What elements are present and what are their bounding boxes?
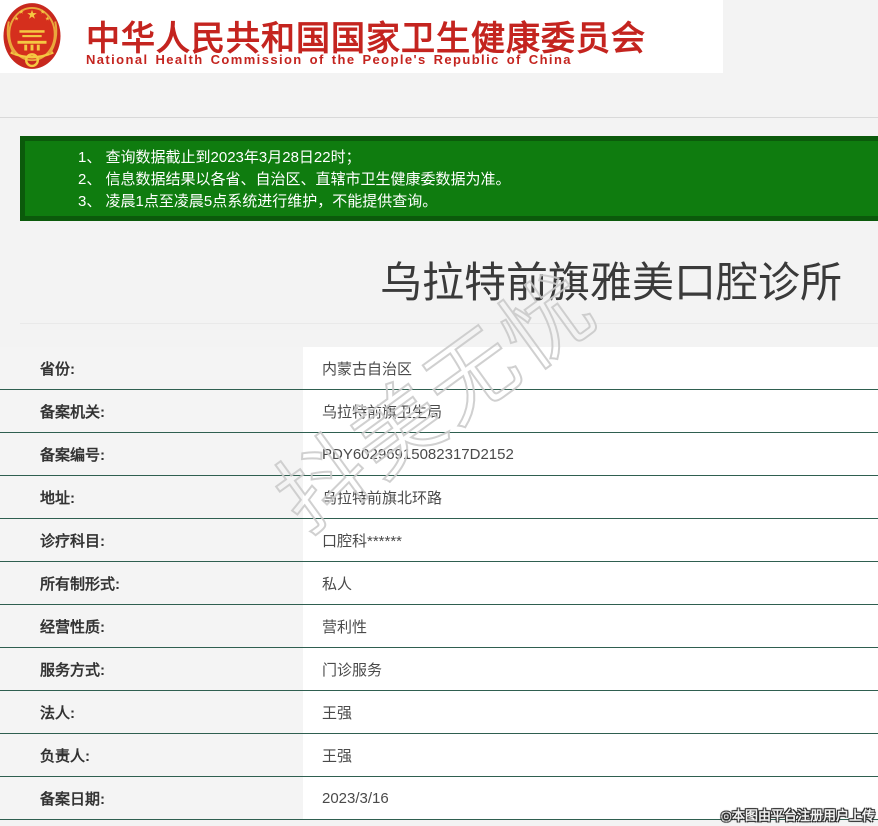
row-label: 省份:: [0, 347, 303, 389]
site-title-english: National Health Commission of the People…: [86, 52, 572, 67]
row-label: 负责人:: [0, 734, 303, 776]
row-value: 乌拉特前旗北环路: [303, 476, 878, 518]
table-row-legal-person: 法人: 王强: [0, 691, 878, 734]
row-value: 营利性: [303, 605, 878, 647]
table-row-province: 省份: 内蒙古自治区: [0, 347, 878, 390]
row-value: 王强: [303, 691, 878, 733]
row-value: 私人: [303, 562, 878, 604]
row-value: 口腔科******: [303, 519, 878, 561]
table-row-service-mode: 服务方式: 门诊服务: [0, 648, 878, 691]
table-row-ownership-form: 所有制形式: 私人: [0, 562, 878, 605]
row-label: 经营性质:: [0, 605, 303, 647]
uploaded-by-user-badge: ◎本图由平台注册用户上传: [720, 808, 875, 823]
record-table: 省份: 内蒙古自治区 备案机关: 乌拉特前旗卫生局 备案编号: PDY60296…: [0, 347, 878, 820]
notice-line-1: 1、 查询数据截止到2023年3月28日22时；: [78, 149, 361, 166]
row-value: 门诊服务: [303, 648, 878, 690]
table-row-filing-number: 备案编号: PDY60296915082317D2152: [0, 433, 878, 476]
row-label: 所有制形式:: [0, 562, 303, 604]
section-divider: [20, 323, 878, 324]
table-row-person-in-charge: 负责人: 王强: [0, 734, 878, 777]
site-header: 中华人民共和国国家卫生健康委员会 National Health Commiss…: [0, 0, 723, 73]
row-label: 备案机关:: [0, 390, 303, 432]
row-value: 内蒙古自治区: [303, 347, 878, 389]
row-value: 乌拉特前旗卫生局: [303, 390, 878, 432]
row-label: 服务方式:: [0, 648, 303, 690]
row-value: PDY60296915082317D2152: [303, 433, 878, 475]
notice-box: 1、 查询数据截止到2023年3月28日22时； 2、 信息数据结果以各省、自治…: [20, 136, 878, 221]
notice-line-2: 2、 信息数据结果以各省、自治区、直辖市卫生健康委数据为准。: [78, 171, 511, 188]
row-label: 诊疗科目:: [0, 519, 303, 561]
china-national-emblem-icon: [3, 3, 61, 69]
row-label: 地址:: [0, 476, 303, 518]
institution-name-title: 乌拉特前旗雅美口腔诊所: [379, 259, 842, 306]
table-row-business-nature: 经营性质: 营利性: [0, 605, 878, 648]
table-row-treatment-subjects: 诊疗科目: 口腔科******: [0, 519, 878, 562]
row-label: 备案编号:: [0, 433, 303, 475]
table-row-address: 地址: 乌拉特前旗北环路: [0, 476, 878, 519]
row-label: 法人:: [0, 691, 303, 733]
notice-line-3: 3、 凌晨1点至凌晨5点系统进行维护，不能提供查询。: [78, 193, 438, 210]
table-row-filing-authority: 备案机关: 乌拉特前旗卫生局: [0, 390, 878, 433]
row-value: 王强: [303, 734, 878, 776]
row-label: 备案日期:: [0, 777, 303, 819]
header-divider: [0, 117, 878, 118]
